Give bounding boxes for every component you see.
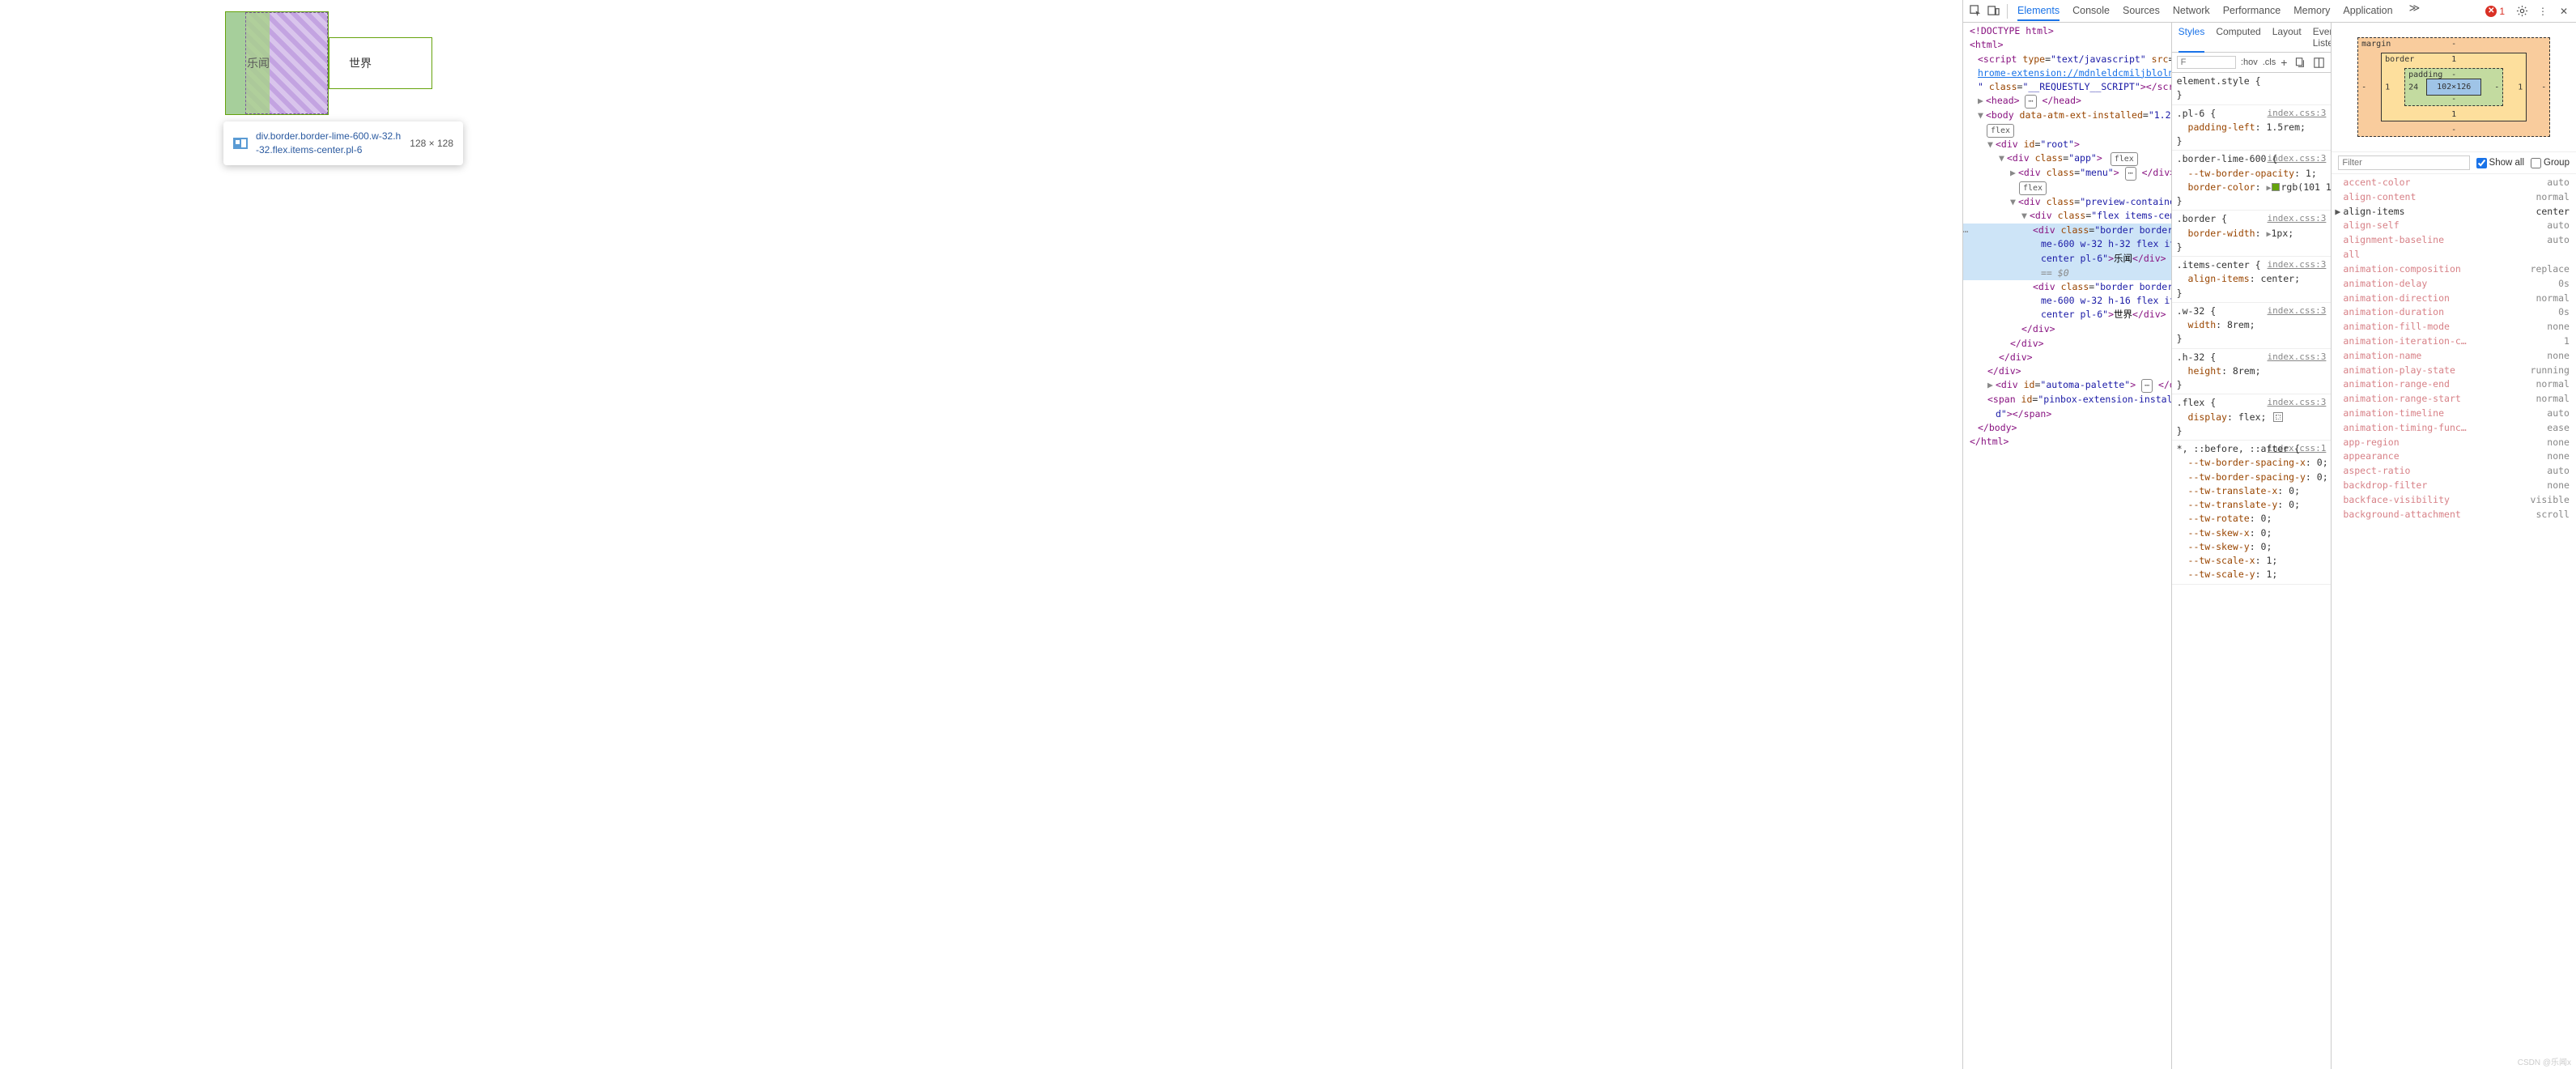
computed-row[interactable]: animation-delay0s (2332, 277, 2576, 292)
copy-style-icon[interactable] (2292, 55, 2306, 70)
devtools-panel: Elements Console Sources Network Perform… (1962, 0, 2576, 1069)
computed-row[interactable]: animation-iteration-c…1 (2332, 334, 2576, 349)
computed-row[interactable]: animation-fill-modenone (2332, 320, 2576, 334)
rule-element-style[interactable]: element.style { (2177, 75, 2261, 87)
box2-text: 世界 (349, 55, 372, 71)
color-swatch[interactable] (2272, 183, 2280, 191)
selected-node[interactable]: <div class="border border-li (1963, 224, 2171, 237)
rule-src[interactable]: index.css:3 (2268, 107, 2327, 121)
computed-row[interactable]: background-attachmentscroll (2332, 508, 2576, 522)
computed-row[interactable]: animation-namenone (2332, 349, 2576, 364)
elements-tree[interactable]: <!DOCTYPE html> <html> <script type="tex… (1963, 23, 2172, 1069)
computed-row[interactable]: all (2332, 248, 2576, 262)
toolbar-divider (2007, 4, 2008, 19)
computed-row[interactable]: animation-range-endnormal (2332, 377, 2576, 392)
styles-panel: Styles Computed Layout Event Listeners D… (2172, 23, 2332, 1069)
device-icon[interactable] (1986, 4, 2000, 19)
tab-performance[interactable]: Performance (2223, 2, 2281, 20)
box-model-content: 102×126 (2426, 79, 2481, 96)
styles-filter-input[interactable] (2177, 56, 2236, 69)
tab-memory[interactable]: Memory (2293, 2, 2330, 20)
eq0-indicator: == $0 (2041, 267, 2069, 279)
computed-row[interactable]: animation-range-startnormal (2332, 392, 2576, 407)
cls-toggle[interactable]: .cls (2263, 57, 2276, 67)
group-checkbox[interactable]: Group (2531, 158, 2570, 168)
computed-row[interactable]: align-contentnormal (2332, 190, 2576, 205)
computed-panel: margin ---- border 1111 padding --24- 10… (2332, 23, 2576, 1069)
new-style-rule-icon[interactable]: + (2281, 56, 2287, 69)
subtab-layout[interactable]: Layout (2272, 26, 2302, 49)
box1-text: 乐闻 (247, 55, 270, 71)
automa-node[interactable]: ▶<div id="automa-palette"> ⋯ </div> (1963, 378, 2171, 393)
computed-row[interactable]: animation-timing-func…ease (2332, 421, 2576, 436)
inspected-box-1[interactable]: 乐闻 (225, 11, 329, 115)
gear-icon[interactable] (2514, 4, 2529, 19)
box2-node[interactable]: <div class="border border-li (1963, 280, 2171, 294)
tab-application[interactable]: Application (2343, 2, 2392, 20)
computed-row[interactable]: appearancenone (2332, 449, 2576, 464)
page-preview-area: 乐闻 世界 div.border.border-lime-600.w-32.h-… (0, 0, 1962, 1069)
computed-row[interactable]: animation-directionnormal (2332, 292, 2576, 306)
subtab-styles[interactable]: Styles (2179, 26, 2205, 53)
computed-row[interactable]: ▶align-itemscenter (2332, 205, 2576, 219)
computed-row[interactable]: backdrop-filternone (2332, 479, 2576, 493)
styles-subtabs: Styles Computed Layout Event Listeners D… (2172, 23, 2332, 53)
body-node[interactable]: ▼<body data-atm-ext-installed="1.28.2"> (1963, 109, 2171, 122)
menu-node[interactable]: ▶<div class="menu"> ⋯ </div> (1963, 166, 2171, 181)
styles-rules[interactable]: element.style {} index.css:3.pl-6 { padd… (2172, 73, 2332, 1069)
tabs-more[interactable]: ≫ (2406, 2, 2424, 20)
tooltip-dimensions: 128 × 128 (410, 138, 453, 149)
app-node[interactable]: ▼<div class="app"> flex (1963, 151, 2171, 166)
script-node[interactable]: <script type="text/javascript" src="c (1963, 53, 2171, 66)
element-tooltip: div.border.border-lime-600.w-32.h-32.fle… (223, 121, 463, 165)
tab-elements[interactable]: Elements (2017, 2, 2060, 21)
computed-filter-input[interactable] (2338, 155, 2469, 170)
computed-row[interactable]: accent-colorauto (2332, 176, 2576, 190)
computed-row[interactable]: backface-visibilityvisible (2332, 493, 2576, 508)
box-model[interactable]: margin ---- border 1111 padding --24- 10… (2332, 23, 2576, 152)
tab-network[interactable]: Network (2173, 2, 2210, 20)
script-src-link[interactable]: hrome-extension://mdnleldcmiljblolnjhpnb… (1978, 67, 2172, 79)
computed-row[interactable]: animation-duration0s (2332, 305, 2576, 320)
html-open: <html> (1970, 39, 2004, 50)
close-icon[interactable]: ✕ (2557, 4, 2571, 19)
root-node[interactable]: ▼<div id="root"> (1963, 138, 2171, 151)
tab-console[interactable]: Console (2072, 2, 2110, 20)
error-icon: ✕ (2485, 6, 2497, 17)
tab-sources[interactable]: Sources (2123, 2, 2160, 20)
tooltip-selector: div.border.border-lime-600.w-32.h-32.fle… (256, 130, 402, 157)
head-node[interactable]: ▶<head> ⋯ </head> (1963, 94, 2171, 109)
panel-layout-icon[interactable] (2311, 55, 2326, 70)
computed-row[interactable]: alignment-baselineauto (2332, 233, 2576, 248)
hov-toggle[interactable]: :hov (2241, 57, 2258, 67)
pinbox-node[interactable]: <span id="pinbox-extension-installe (1963, 393, 2171, 407)
preview-node[interactable]: ▼<div class="preview-container"> (1963, 195, 2171, 209)
computed-row[interactable]: align-selfauto (2332, 219, 2576, 233)
error-indicator[interactable]: ✕1 (2485, 6, 2505, 17)
watermark: CSDN @乐闻x (2518, 1055, 2571, 1067)
flex-badge[interactable]: flex (1987, 124, 2014, 138)
flex-editor-icon[interactable] (2273, 412, 2283, 422)
computed-filter-bar: Show all Group (2332, 152, 2576, 174)
computed-row[interactable]: animation-timelineauto (2332, 407, 2576, 421)
inspected-box-2[interactable]: 世界 (329, 37, 432, 89)
computed-row[interactable]: animation-compositionreplace (2332, 262, 2576, 277)
computed-row[interactable]: animation-play-staterunning (2332, 364, 2576, 378)
styles-filter-bar: :hov .cls + (2172, 53, 2332, 73)
subtab-computed[interactable]: Computed (2216, 26, 2260, 49)
show-all-checkbox[interactable]: Show all (2476, 158, 2524, 168)
subtab-event[interactable]: Event Listeners (2313, 26, 2332, 49)
devtools-toolbar: Elements Console Sources Network Perform… (1963, 0, 2576, 23)
computed-list[interactable]: accent-colorautoalign-contentnormal▶alig… (2332, 174, 2576, 1069)
preview-container: 乐闻 世界 (225, 11, 432, 115)
computed-row[interactable]: aspect-ratioauto (2332, 464, 2576, 479)
flex-icon (233, 138, 248, 149)
computed-row[interactable]: app-regionnone (2332, 436, 2576, 450)
devtools-tabs: Elements Console Sources Network Perform… (2014, 2, 2476, 20)
wrap-node[interactable]: ▼<div class="flex items-center justify-c… (1963, 209, 2171, 224)
kebab-icon[interactable]: ⋮ (2536, 4, 2550, 19)
inspect-icon[interactable] (1968, 4, 1983, 19)
doctype: <!DOCTYPE html> (1970, 25, 2054, 36)
